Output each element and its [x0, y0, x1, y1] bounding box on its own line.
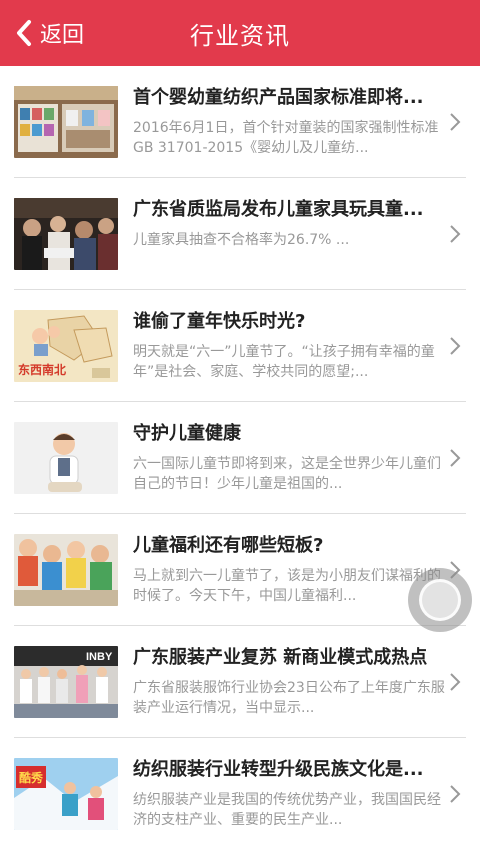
article-thumbnail — [14, 422, 118, 494]
news-item[interactable]: 东西南北 谁偷了童年快乐时光? 明天就是“六一”儿童节了。“让孩子拥有幸福的童年… — [0, 290, 480, 402]
article-title: 守护儿童健康 — [133, 423, 241, 444]
news-item[interactable]: 酷秀 纺织服装行业转型升级民族文化是... 纺织服装产业是我国的传统优势产业，我… — [0, 738, 480, 850]
floating-assistive-button[interactable] — [408, 568, 472, 632]
article-summary: 广东省服装服饰行业协会23日公布了上年度广东服装产业运行情况，当中显示... — [133, 680, 445, 716]
page-title: 行业资讯 — [190, 21, 290, 50]
chevron-right-icon — [450, 785, 461, 803]
chevron-right-icon — [450, 225, 461, 243]
chevron-right-icon — [450, 673, 461, 691]
thumbnail-text: 酷秀 — [19, 770, 44, 785]
thumbnail-text: 东西南北 — [18, 362, 66, 377]
article-title: 广东服装产业复苏 新商业模式成热点 — [133, 647, 428, 668]
news-item[interactable]: 守护儿童健康 六一国际儿童节即将到来，这是全世界少年儿童们自己的节日！少年儿童是… — [0, 402, 480, 514]
chevron-right-icon — [450, 337, 461, 355]
article-summary: 2016年6月1日，首个针对童装的国家强制性标准GB 31701-2015《婴幼… — [133, 120, 439, 156]
news-item[interactable]: 首个婴幼童纺织产品国家标准即将... 2016年6月1日，首个针对童装的国家强制… — [0, 66, 480, 178]
article-summary: 纺织服装产业是我国的传统优势产业，我国国民经济的支柱产业、重要的民生产业... — [133, 792, 441, 828]
article-title: 纺织服装行业转型升级民族文化是... — [133, 759, 424, 780]
assistive-touch-icon — [419, 579, 461, 621]
chevron-right-icon — [450, 449, 461, 467]
article-summary: 六一国际儿童节即将到来，这是全世界少年儿童们自己的节日！少年儿童是祖国的... — [133, 456, 441, 492]
article-title: 首个婴幼童纺织产品国家标准即将... — [133, 87, 424, 108]
news-item[interactable]: INBY 广东服装产业复苏 新商业模式成热点 广东省服装服饰行业协会23日公布了… — [0, 626, 480, 738]
article-title: 广东省质监局发布儿童家具玩具童... — [133, 199, 424, 220]
news-list: 首个婴幼童纺织产品国家标准即将... 2016年6月1日，首个针对童装的国家强制… — [0, 66, 480, 850]
article-thumbnail — [14, 86, 118, 158]
article-summary: 马上就到六一儿童节了，该是为小朋友们谋福利的时候了。今天下午，中国儿童福利... — [133, 568, 441, 604]
article-thumbnail — [14, 198, 118, 270]
article-thumbnail: 酷秀 — [14, 758, 118, 830]
chevron-right-icon — [450, 113, 461, 131]
thumbnail-text: INBY — [86, 651, 113, 663]
article-summary: 明天就是“六一”儿童节了。“让孩子拥有幸福的童年”是社会、家庭、学校共同的愿望;… — [133, 344, 435, 380]
article-title: 儿童福利还有哪些短板? — [133, 535, 324, 556]
app-header: 返回 行业资讯 — [0, 0, 480, 66]
article-summary: 儿童家具抽查不合格率为26.7% ... — [133, 232, 350, 248]
news-item[interactable]: 广东省质监局发布儿童家具玩具童... 儿童家具抽查不合格率为26.7% ... — [0, 178, 480, 290]
article-thumbnail: 东西南北 — [14, 310, 118, 382]
news-item[interactable]: 儿童福利还有哪些短板? 马上就到六一儿童节了，该是为小朋友们谋福利的时候了。今天… — [0, 514, 480, 626]
article-thumbnail: INBY — [14, 646, 118, 718]
article-title: 谁偷了童年快乐时光? — [133, 311, 306, 332]
article-thumbnail — [14, 534, 118, 606]
